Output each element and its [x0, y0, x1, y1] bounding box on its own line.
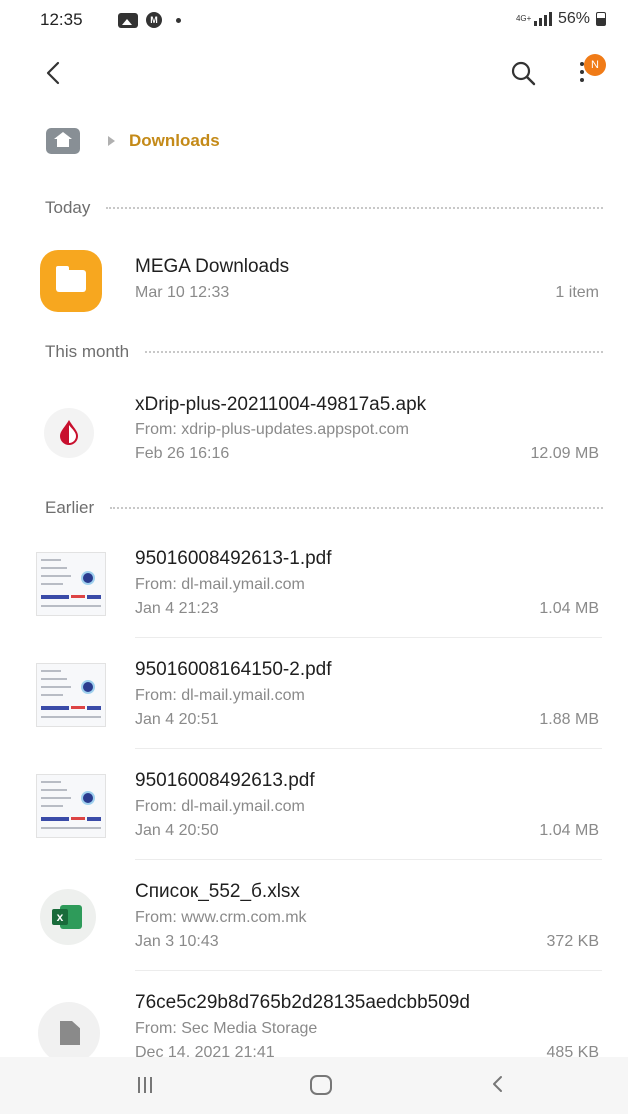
more-notifications-dot-icon [176, 17, 181, 23]
section-label: This month [45, 342, 130, 361]
excel-icon: x [40, 889, 96, 945]
section-label: Earlier [45, 498, 95, 517]
item-title: MEGA Downloads [135, 256, 290, 277]
nav-back-icon [493, 1076, 502, 1092]
list-item[interactable]: 95016008492613-1.pdf From: dl-mail.ymail… [0, 540, 628, 640]
item-size: 12.09 MB [530, 445, 599, 462]
status-system-icons: 4G+ 56% [516, 10, 606, 28]
generic-file-icon [38, 1002, 100, 1057]
more-options-button[interactable]: N [572, 54, 606, 90]
mega-notification-icon: M [146, 12, 162, 28]
status-bar: 12:35 M 4G+ 56% [0, 0, 628, 44]
breadcrumb: Downloads [46, 126, 220, 156]
pdf-thumbnail [36, 552, 106, 616]
back-button[interactable] [40, 58, 70, 88]
item-source: From: Sec Media Storage [135, 1020, 318, 1037]
item-source: From: xdrip-plus-updates.appspot.com [135, 421, 409, 438]
list-item[interactable]: 76ce5c29b8d765b2d28135aedcbb509d From: S… [0, 984, 628, 1057]
item-size: 1.04 MB [539, 600, 599, 617]
recent-apps-button[interactable] [138, 1077, 152, 1093]
item-date: Jan 3 10:43 [135, 933, 219, 950]
section-header-today: Today [45, 196, 603, 220]
item-title: xDrip-plus-20211004-49817a5.apk [135, 394, 427, 415]
item-divider [135, 748, 602, 749]
item-date: Dec 14, 2021 21:41 [135, 1044, 275, 1057]
section-divider [110, 507, 603, 509]
section-divider [106, 207, 603, 209]
xdrip-app-icon [44, 408, 94, 458]
list-item[interactable]: 95016008492613.pdf From: dl-mail.ymail.c… [0, 762, 628, 862]
home-icon[interactable] [46, 128, 80, 154]
section-header-earlier: Earlier [45, 496, 603, 520]
breadcrumb-current[interactable]: Downloads [129, 131, 220, 151]
section-divider [145, 351, 603, 353]
item-source: From: dl-mail.ymail.com [135, 576, 305, 593]
section-label: Today [45, 198, 91, 217]
network-type-icon: 4G+ [515, 14, 532, 23]
item-source: From: dl-mail.ymail.com [135, 687, 305, 704]
list-item[interactable]: MEGA Downloads Mar 10 12:33 1 item [0, 242, 628, 322]
home-button[interactable] [310, 1075, 332, 1095]
pdf-thumbnail [36, 774, 106, 838]
back-arrow-icon [46, 61, 60, 85]
item-date: Jan 4 21:23 [135, 600, 219, 617]
item-size: 1.04 MB [539, 822, 599, 839]
status-time: 12:35 [40, 10, 83, 29]
item-size: 1.88 MB [539, 711, 599, 728]
item-title: 95016008492613.pdf [135, 770, 315, 791]
battery-percent: 56% [557, 10, 590, 27]
item-size: 372 KB [546, 933, 599, 950]
item-divider [135, 859, 602, 860]
search-button[interactable] [508, 58, 538, 88]
item-title: 95016008164150-2.pdf [135, 659, 332, 680]
item-count: 1 item [555, 284, 599, 301]
status-notification-icons: M [118, 12, 181, 28]
breadcrumb-arrow-icon [108, 136, 115, 146]
signal-strength-icon [533, 12, 552, 26]
item-divider [135, 637, 602, 638]
item-title: 95016008492613-1.pdf [135, 548, 332, 569]
nav-back-button[interactable] [488, 1073, 508, 1095]
item-size: 485 KB [546, 1044, 599, 1057]
item-title: 76ce5c29b8d765b2d28135aedcbb509d [135, 992, 470, 1013]
battery-icon [596, 12, 606, 26]
item-source: From: dl-mail.ymail.com [135, 798, 305, 815]
folder-icon [40, 250, 102, 312]
item-date: Mar 10 12:33 [135, 284, 230, 301]
search-icon [511, 61, 536, 86]
item-title: Список_552_б.xlsx [135, 881, 300, 902]
gallery-notification-icon [118, 12, 138, 28]
section-header-this-month: This month [45, 340, 603, 364]
notification-badge: N [584, 54, 606, 76]
list-item[interactable]: xDrip-plus-20211004-49817a5.apk From: xd… [0, 386, 628, 482]
item-date: Feb 26 16:16 [135, 445, 230, 462]
item-date: Jan 4 20:50 [135, 822, 219, 839]
list-item[interactable]: x Список_552_б.xlsx From: www.crm.com.mk… [0, 873, 628, 973]
toolbar: N [0, 46, 628, 102]
pdf-thumbnail [36, 663, 106, 727]
item-date: Jan 4 20:51 [135, 711, 219, 728]
list-item[interactable]: 95016008164150-2.pdf From: dl-mail.ymail… [0, 651, 628, 751]
navigation-bar [0, 1057, 628, 1114]
item-divider [135, 970, 602, 971]
item-source: From: www.crm.com.mk [135, 909, 307, 926]
